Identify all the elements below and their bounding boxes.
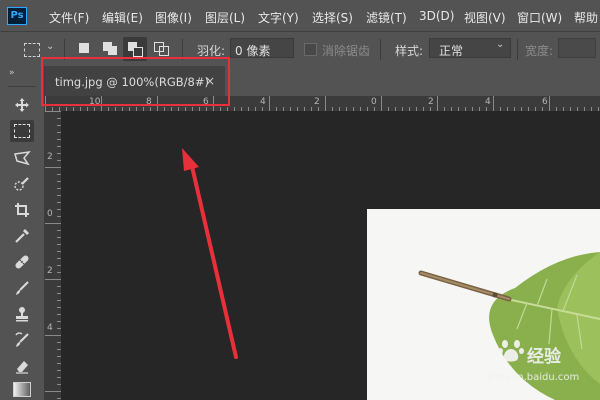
lasso-tool-icon[interactable]	[10, 147, 34, 169]
chevron-down-icon: ⌄	[496, 39, 505, 50]
new-selection-icon[interactable]	[79, 43, 89, 53]
width-input[interactable]	[558, 38, 596, 58]
chevron-down-icon[interactable]: ⌄	[46, 41, 54, 52]
divider	[380, 39, 381, 60]
photoshop-logo-icon: Ps	[7, 7, 27, 25]
clone-stamp-tool-icon[interactable]	[10, 303, 34, 325]
baidu-paw-logo-icon	[497, 336, 525, 364]
history-brush-tool-icon[interactable]	[10, 329, 34, 351]
menu-help[interactable]: 帮助	[574, 9, 598, 26]
document-image[interactable]: 经验 jingyan.baidu.com	[367, 209, 600, 400]
antialias-label: 消除锯齿	[322, 44, 371, 58]
menu-layer[interactable]: 图层(L)	[205, 9, 245, 26]
watermark-text: 经验	[527, 347, 561, 367]
width-label: 宽度:	[525, 44, 554, 58]
antialias-checkbox[interactable]	[304, 43, 317, 56]
ruler-label: 4	[260, 97, 266, 107]
ruler-label: 4	[47, 323, 53, 333]
tab-highlight-box	[41, 57, 230, 106]
style-select[interactable]: 正常 ⌄	[429, 38, 511, 58]
style-label: 样式:	[395, 44, 424, 58]
ruler-label: 0	[47, 209, 53, 219]
panel-collapse-icon[interactable]: »	[9, 68, 15, 78]
divider	[8, 86, 36, 87]
eyedropper-tool-icon[interactable]	[10, 225, 34, 247]
menu-view[interactable]: 视图(V)	[464, 9, 506, 26]
intersect-selection-icon[interactable]	[154, 42, 170, 56]
gradient-tool-icon[interactable]	[10, 378, 34, 400]
menu-file[interactable]: 文件(F)	[49, 9, 89, 26]
menu-filter[interactable]: 滤镜(T)	[366, 9, 407, 26]
feather-input[interactable]: 0 像素	[230, 38, 294, 58]
menu-image[interactable]: 图像(I)	[155, 9, 192, 26]
ruler-label: 0	[371, 97, 377, 107]
healing-brush-tool-icon[interactable]	[10, 251, 34, 273]
watermark-url: jingyan.baidu.com	[487, 372, 580, 383]
ruler-label: 6	[542, 97, 548, 107]
ruler-label: 2	[47, 266, 53, 276]
menu-3d[interactable]: 3D(D)	[419, 9, 454, 23]
brush-tool-icon[interactable]	[10, 277, 34, 299]
menu-type[interactable]: 文字(Y)	[258, 9, 299, 26]
vertical-ruler: 2 0 2 4	[45, 111, 61, 400]
move-tool-icon[interactable]	[10, 94, 34, 116]
eraser-tool-icon[interactable]	[10, 355, 34, 377]
marquee-preset-icon[interactable]	[24, 43, 40, 57]
feather-value: 0 像素	[235, 44, 271, 58]
rectangular-marquee-tool-icon[interactable]	[10, 120, 34, 142]
menu-edit[interactable]: 编辑(E)	[102, 9, 143, 26]
menu-select[interactable]: 选择(S)	[312, 9, 353, 26]
ruler-label: 2	[47, 152, 53, 162]
divider	[517, 39, 518, 60]
style-value: 正常	[439, 44, 464, 58]
ruler-label: 2	[428, 97, 434, 107]
menu-bar: Ps 文件(F) 编辑(E) 图像(I) 图层(L) 文字(Y) 选择(S) 滤…	[0, 0, 600, 31]
menu-window[interactable]: 窗口(W)	[517, 9, 562, 26]
tab-strip	[225, 66, 600, 96]
tools-panel: »	[0, 66, 45, 400]
add-to-selection-icon[interactable]	[103, 42, 119, 56]
ruler-label: 2	[314, 97, 320, 107]
crop-tool-icon[interactable]	[10, 199, 34, 221]
ruler-label: 4	[485, 97, 491, 107]
quick-selection-tool-icon[interactable]	[10, 173, 34, 195]
